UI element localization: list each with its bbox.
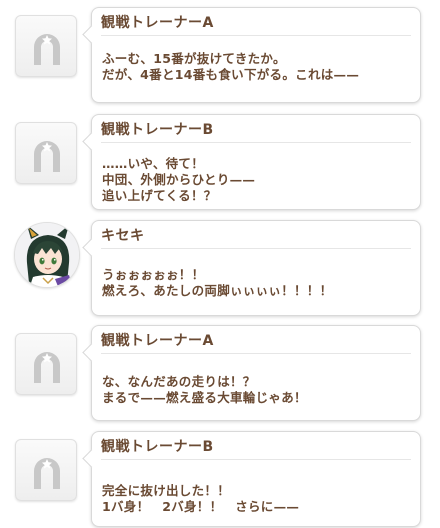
name-divider <box>101 35 411 36</box>
speaker-name: 観戦トレーナーA <box>101 15 214 31</box>
horseshoe-placeholder-icon <box>34 34 60 65</box>
horseshoe-placeholder-icon <box>34 141 60 172</box>
message-text: な、なんだあの走りは！？ まるで——燃え盛る大車輪じゃあ！ <box>102 374 307 405</box>
log-entry: キセキ うぉぉぉぉぉ！！ 燃えろ、あたしの両脚ぃぃぃぃ！！！！ <box>0 220 440 320</box>
speaker-name: 観戦トレーナーB <box>101 122 214 138</box>
character-portrait-icon <box>15 223 79 287</box>
speaker-avatar <box>15 439 77 501</box>
horseshoe-placeholder-icon <box>34 352 60 383</box>
message-bubble: キセキ うぉぉぉぉぉ！！ 燃えろ、あたしの両脚ぃぃぃぃ！！！！ <box>91 220 421 316</box>
story-log[interactable]: 観戦トレーナーA ふーむ、15番が抜けてきたか。 だが、4番と14番も食い下がる… <box>0 0 440 528</box>
speaker-avatar <box>15 122 77 184</box>
log-entry: 観戦トレーナーA な、なんだあの走りは！？ まるで——燃え盛る大車輪じゃあ！ <box>0 325 440 425</box>
log-entry: 観戦トレーナーA ふーむ、15番が抜けてきたか。 だが、4番と14番も食い下がる… <box>0 7 440 107</box>
message-bubble: 観戦トレーナーB 完全に抜け出した！！ 1バ身！ 2バ身！！ さらに—— <box>91 431 421 527</box>
name-divider <box>101 353 411 354</box>
log-entry: 観戦トレーナーB ……いや、待て！ 中団、外側からひとり—— 追い上げてくる！？ <box>0 114 440 214</box>
speaker-avatar <box>15 333 77 395</box>
speaker-avatar <box>15 15 77 77</box>
message-text: ふーむ、15番が抜けてきたか。 だが、4番と14番も食い下がる。これは—— <box>102 51 360 82</box>
name-divider <box>101 142 411 143</box>
message-text: 完全に抜け出した！！ 1バ身！ 2バ身！！ さらに—— <box>102 483 300 514</box>
log-entry: 観戦トレーナーB 完全に抜け出した！！ 1バ身！ 2バ身！！ さらに—— <box>0 431 440 528</box>
speaker-avatar <box>14 222 80 288</box>
speaker-name: 観戦トレーナーA <box>101 333 214 349</box>
speaker-name: 観戦トレーナーB <box>101 439 214 455</box>
message-bubble: 観戦トレーナーB ……いや、待て！ 中団、外側からひとり—— 追い上げてくる！？ <box>91 114 421 210</box>
name-divider <box>101 248 411 249</box>
speaker-name: キセキ <box>101 228 145 244</box>
message-bubble: 観戦トレーナーA ふーむ、15番が抜けてきたか。 だが、4番と14番も食い下がる… <box>91 7 421 103</box>
name-divider <box>101 459 411 460</box>
message-text: うぉぉぉぉぉ！！ 燃えろ、あたしの両脚ぃぃぃぃ！！！！ <box>102 267 333 298</box>
message-text: ……いや、待て！ 中団、外側からひとり—— 追い上げてくる！？ <box>102 156 256 203</box>
horseshoe-placeholder-icon <box>34 458 60 489</box>
message-bubble: 観戦トレーナーA な、なんだあの走りは！？ まるで——燃え盛る大車輪じゃあ！ <box>91 325 421 421</box>
